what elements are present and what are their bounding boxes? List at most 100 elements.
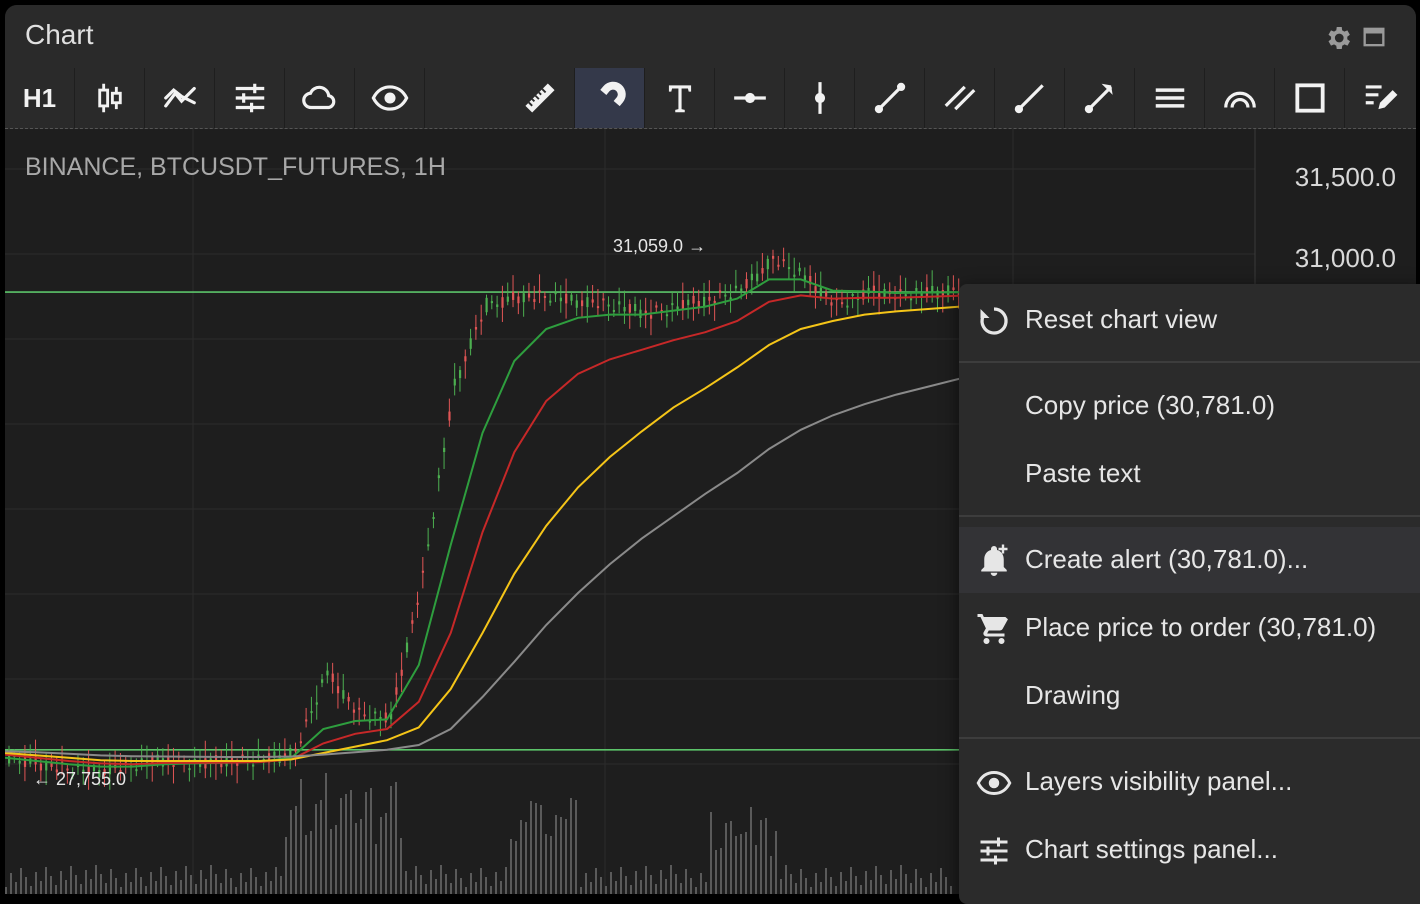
menu-item-chart-settings[interactable]: Chart settings panel... — [959, 817, 1420, 883]
volume-bar — [300, 779, 302, 894]
volume-bar — [85, 870, 87, 894]
gear-icon[interactable] — [1323, 23, 1353, 53]
ruler-icon[interactable] — [505, 68, 575, 128]
menu-item-paste-text[interactable]: Paste text — [959, 441, 1420, 507]
candle-body — [766, 258, 769, 270]
volume-bar — [575, 800, 577, 894]
volume-bar — [55, 885, 57, 894]
volume-bar — [65, 880, 67, 894]
menu-item-label: Copy price (30,781.0) — [1025, 390, 1276, 420]
volume-bar — [170, 885, 172, 894]
candles-icon[interactable] — [75, 68, 145, 128]
volume-bar — [5, 887, 7, 894]
menu-item-reset-chart-view[interactable]: Reset chart view — [959, 287, 1420, 353]
menu-item-create-alert[interactable]: Create alert (30,781.0)... — [959, 527, 1420, 593]
menu-item-drawing[interactable]: Drawing — [959, 663, 1420, 729]
menu-item-layers-visibility[interactable]: Layers visibility panel... — [959, 749, 1420, 815]
candle-body — [347, 696, 350, 702]
volume-bar — [905, 874, 907, 894]
volume-bar — [425, 884, 427, 894]
vertical-line-icon[interactable] — [785, 68, 855, 128]
volume-bar — [345, 794, 347, 894]
magnet-icon[interactable] — [575, 68, 645, 128]
low-price-annotation: ← 27,755.0 — [33, 769, 127, 789]
volume-bar — [95, 865, 97, 894]
volume-bar — [405, 871, 407, 894]
volume-bar — [240, 873, 242, 894]
volume-bar — [330, 829, 332, 894]
candle-body — [570, 294, 573, 301]
arc-icon[interactable] — [1205, 68, 1275, 128]
volume-bar — [195, 884, 197, 894]
volume-bar — [45, 867, 47, 894]
candle-body — [575, 300, 578, 308]
volume-bar — [895, 879, 897, 894]
volume-bar — [385, 813, 387, 894]
volume-bar — [860, 885, 862, 894]
indicators-icon[interactable] — [145, 68, 215, 128]
candle-body — [485, 297, 488, 313]
moving-average-line — [5, 278, 961, 768]
volume-bar — [740, 834, 742, 894]
maximize-icon[interactable] — [1360, 23, 1390, 53]
parallel-channel-icon[interactable] — [925, 68, 995, 128]
candle-body — [336, 686, 340, 694]
candle-body — [469, 338, 472, 349]
cloud-icon[interactable] — [285, 68, 355, 128]
candle-body — [947, 285, 950, 296]
volume-bar — [75, 875, 77, 894]
candle-body — [819, 287, 822, 297]
candle-body — [692, 295, 695, 304]
volume-bar — [355, 823, 357, 894]
volume-bar — [780, 879, 782, 894]
candle-body — [623, 306, 626, 312]
arrow-line-icon[interactable] — [1065, 68, 1135, 128]
alert-bell-icon — [976, 543, 1012, 579]
volume-bar — [820, 882, 822, 894]
candle-body — [315, 702, 318, 705]
candle-body — [384, 712, 387, 723]
timeframe-button[interactable]: H1 — [5, 68, 75, 128]
volume-bar — [865, 871, 867, 894]
volume-bar — [25, 877, 27, 894]
volume-bar — [535, 803, 537, 894]
volume-bar — [725, 823, 727, 894]
volume-bar — [465, 887, 467, 894]
candle-body — [331, 673, 334, 682]
candle-body — [952, 287, 955, 291]
horizontal-ray-icon[interactable] — [715, 68, 785, 128]
volume-bar — [435, 879, 437, 894]
candle-body — [199, 764, 202, 767]
volume-bar — [650, 875, 652, 894]
volume-bar — [315, 804, 317, 894]
eye-icon[interactable] — [355, 68, 425, 128]
volume-bar — [530, 801, 532, 894]
volume-bar — [620, 867, 622, 894]
candle-body — [374, 711, 377, 714]
text-icon[interactable] — [645, 68, 715, 128]
volume-bar — [605, 886, 607, 894]
rectangle-icon[interactable] — [1275, 68, 1345, 128]
volume-bar — [660, 870, 662, 894]
candle-body — [18, 760, 21, 764]
menu-item-copy-price[interactable]: Copy price (30,781.0) — [959, 373, 1420, 439]
candle-body — [395, 687, 398, 695]
drawing-list-icon[interactable] — [1345, 68, 1414, 128]
volume-bar — [415, 866, 417, 894]
volume-bar — [565, 819, 567, 894]
volume-bar — [790, 874, 792, 894]
volume-bar — [560, 817, 562, 894]
volume-bar — [670, 865, 672, 894]
timeframe-label: H1 — [22, 82, 57, 113]
settings-sliders-icon[interactable] — [215, 68, 285, 128]
trend-line-icon[interactable] — [855, 68, 925, 128]
volume-bar — [335, 825, 337, 894]
menu-item-place-price-to-order[interactable]: Place price to order (30,781.0) — [959, 595, 1420, 661]
volume-bar — [690, 878, 692, 894]
volume-bar — [135, 868, 137, 894]
volume-bar — [155, 881, 157, 894]
candle-body — [480, 319, 483, 322]
ray-icon[interactable] — [995, 68, 1065, 128]
horizontal-lines-icon[interactable] — [1135, 68, 1205, 128]
candle-body — [458, 370, 462, 379]
